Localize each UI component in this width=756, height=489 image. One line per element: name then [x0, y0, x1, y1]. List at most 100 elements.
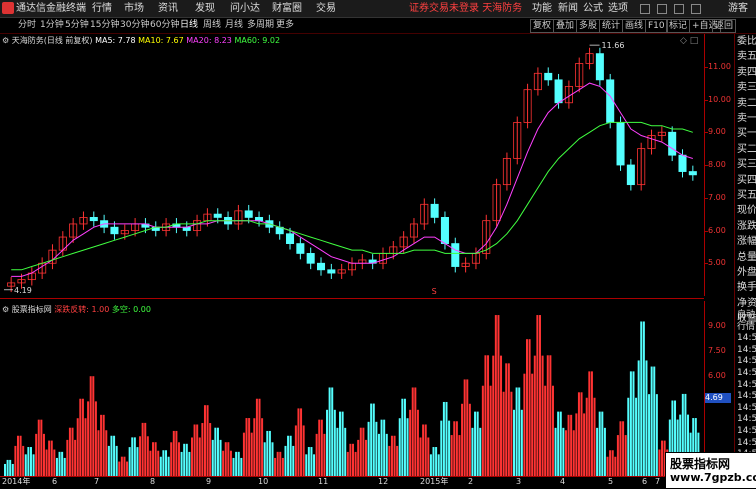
- indicator-bar: [48, 440, 51, 476]
- f10-button[interactable]: F10: [645, 19, 668, 33]
- indicator-bar: [126, 461, 129, 476]
- biaoji-button[interactable]: 标记: [666, 19, 691, 33]
- price-tick: 10.00: [708, 94, 731, 104]
- period-monthly[interactable]: 月线: [225, 18, 243, 33]
- indicator-bar: [14, 445, 17, 476]
- indicator-bar: [53, 449, 56, 476]
- period-5min[interactable]: 5分钟: [65, 18, 89, 33]
- menu-xuanxiang[interactable]: 选项: [608, 1, 628, 16]
- indicator-bar: [268, 430, 271, 476]
- period-60min[interactable]: 60分钟: [150, 18, 179, 33]
- indicator-bar: [577, 392, 580, 476]
- indicator-bar: [185, 443, 188, 476]
- tongji-button[interactable]: 统计: [599, 19, 624, 33]
- price-tick-mark: [705, 132, 708, 134]
- duokong-label: 多空: 0.00: [111, 305, 151, 314]
- indicator-bar: [190, 437, 193, 476]
- period-15min[interactable]: 15分钟: [90, 18, 119, 33]
- indicator-bar: [32, 454, 35, 476]
- indicator-bar: [300, 408, 303, 476]
- period-multi[interactable]: 多周期: [247, 18, 274, 33]
- chart-options-icon[interactable]: ◇ □: [680, 36, 698, 46]
- diejia-button[interactable]: 叠加: [553, 19, 578, 33]
- indicator-bar: [510, 391, 513, 476]
- indicator-bar: [393, 435, 396, 476]
- period-daily[interactable]: 日线: [180, 18, 198, 33]
- close-icon[interactable]: [691, 4, 701, 14]
- menu-gongshi[interactable]: 公式: [583, 1, 603, 16]
- indicator-bar: [349, 443, 352, 476]
- menu-faxian[interactable]: 发现: [195, 1, 215, 16]
- maximize-icon[interactable]: [674, 4, 684, 14]
- indicator-bar: [6, 459, 9, 476]
- date-tick: 9: [206, 477, 212, 486]
- indicator-bar: [619, 421, 622, 476]
- menu-gongneng[interactable]: 功能: [532, 1, 552, 16]
- indicator-bar: [624, 435, 627, 476]
- gear-icon[interactable]: ⚙: [2, 36, 9, 45]
- fuquan-button[interactable]: 复权: [530, 19, 555, 33]
- huaxian-button[interactable]: 画线: [622, 19, 647, 33]
- indicator-bar: [518, 387, 521, 476]
- candle: [244, 210, 253, 218]
- trade-time-label: 14:5: [737, 391, 756, 402]
- indicator-chart[interactable]: [0, 301, 704, 476]
- login-status[interactable]: 证券交易未登录 天海防务: [409, 1, 522, 16]
- candle: [544, 72, 553, 81]
- indicator-bar: [287, 435, 290, 476]
- menu-wenxiaoda[interactable]: 问小达: [230, 1, 260, 16]
- indicator-gear-icon[interactable]: ⚙: [2, 305, 9, 314]
- candlestick-chart[interactable]: 11.66 4.19 S: [0, 34, 704, 296]
- indicator-current-value: 4.69: [705, 392, 731, 403]
- indicator-bar: [4, 463, 6, 476]
- menu-hangqing[interactable]: 行情: [92, 1, 112, 16]
- indicator-bar: [627, 397, 630, 476]
- date-tick: 8: [150, 477, 156, 486]
- indicator-bar: [606, 456, 609, 476]
- back-button[interactable]: 返回: [712, 19, 737, 33]
- menu-shichang[interactable]: 市场: [124, 1, 144, 16]
- indicator-bar: [642, 321, 645, 476]
- period-fenshi[interactable]: 分时: [18, 18, 36, 33]
- minimize-icon[interactable]: [657, 4, 667, 14]
- indicator-bar: [637, 360, 640, 476]
- indicator-tick: 9.00: [708, 321, 726, 330]
- indicator-bar: [307, 447, 310, 476]
- date-tick: 3: [516, 477, 522, 486]
- indicator-bar: [19, 435, 22, 476]
- indicator-bar: [118, 461, 121, 476]
- quote-label: 涨幅: [737, 236, 756, 248]
- indicator-bar: [339, 411, 342, 476]
- indicator-bar: [523, 373, 526, 476]
- menu-zixun[interactable]: 资讯: [158, 1, 178, 16]
- indicator-bar: [313, 454, 316, 476]
- indicator-bar: [354, 451, 357, 476]
- menu-xinwen[interactable]: 新闻: [558, 1, 578, 16]
- period-weekly[interactable]: 周线: [203, 18, 221, 33]
- indicator-bar: [50, 440, 53, 476]
- app-title: 通达信金融终端: [16, 3, 86, 14]
- indicator-bar: [653, 366, 656, 476]
- period-more[interactable]: 更多: [276, 18, 294, 33]
- guest-label[interactable]: 游客: [728, 1, 748, 16]
- menu-jiaoyi[interactable]: 交易: [316, 1, 336, 16]
- indicator-bar: [551, 385, 554, 476]
- indicator-bar: [435, 447, 438, 476]
- indicator-bar: [401, 398, 404, 476]
- indicator-bar: [292, 445, 295, 476]
- dropdown-icon[interactable]: [640, 4, 650, 14]
- indicator-bar: [531, 373, 534, 476]
- indicator-bar: [263, 442, 266, 476]
- indicator-bar: [172, 430, 175, 476]
- indicator-bar: [344, 427, 347, 476]
- quote-label: 卖一: [737, 113, 756, 124]
- period-1min[interactable]: 1分钟: [40, 18, 64, 33]
- menu-caifuquan[interactable]: 财富圈: [272, 1, 302, 16]
- indicator-bar: [466, 379, 469, 476]
- indicator-bar: [242, 432, 245, 476]
- indicator-bar: [141, 422, 144, 476]
- duogu-button[interactable]: 多股: [576, 19, 601, 33]
- period-30min[interactable]: 30分钟: [120, 18, 149, 33]
- indicator-bar: [409, 409, 412, 476]
- indicator-bar: [180, 451, 183, 476]
